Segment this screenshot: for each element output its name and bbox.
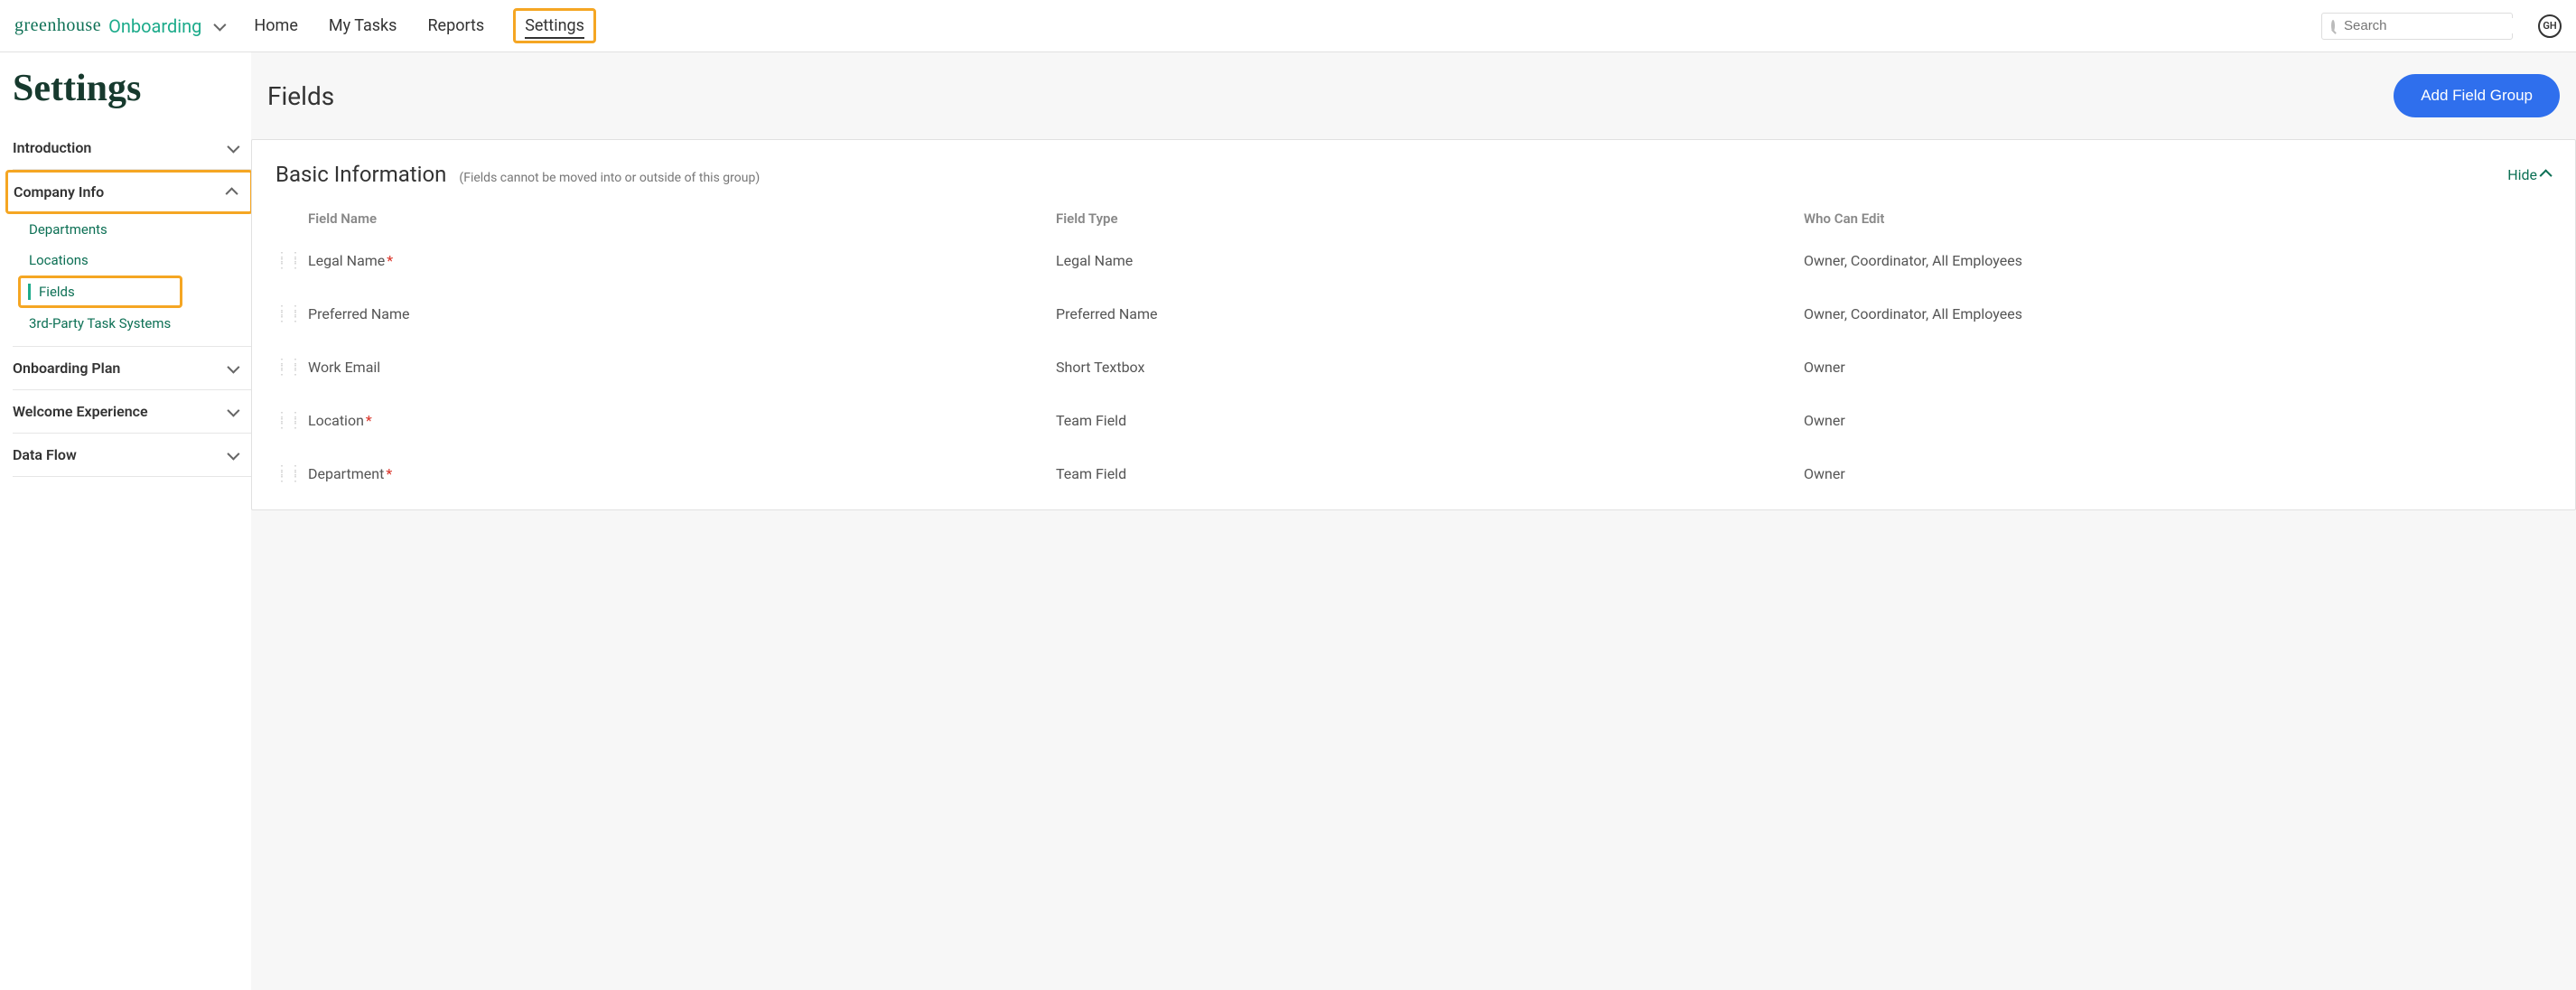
sidebar-header-company-info[interactable]: Company Info xyxy=(5,170,253,214)
sidebar-item-departments[interactable]: Departments xyxy=(13,214,251,245)
fields-header: Fields Add Field Group xyxy=(251,74,2576,139)
sidebar-header-data-flow[interactable]: Data Flow xyxy=(13,434,251,476)
drag-handle-icon[interactable]: ⋮⋮⋮⋮ xyxy=(275,361,286,374)
table-row[interactable]: ⋮⋮⋮⋮ Work Email Short Textbox Owner xyxy=(275,341,2552,394)
chevron-down-icon xyxy=(227,140,239,153)
chevron-down-icon xyxy=(227,404,239,416)
topbar: greenhouse Onboarding Home My Tasks Repo… xyxy=(0,0,2576,52)
group-header: Basic Information (Fields cannot be move… xyxy=(275,162,2552,187)
cell-who-can-edit: Owner, Coordinator, All Employees xyxy=(1804,252,2552,269)
cell-field-type: Legal Name xyxy=(1056,252,1804,269)
avatar[interactable]: GH xyxy=(2538,14,2562,38)
sidebar-section-introduction: Introduction xyxy=(13,126,251,170)
chevron-down-icon[interactable] xyxy=(214,18,227,31)
sidebar-item-fields[interactable]: Fields xyxy=(18,276,182,308)
search-field[interactable] xyxy=(2344,18,2524,33)
sidebar-item-3rd-party[interactable]: 3rd-Party Task Systems xyxy=(13,308,251,346)
nav-reports[interactable]: Reports xyxy=(425,13,486,39)
table-row[interactable]: ⋮⋮⋮⋮ Department* Team Field Owner xyxy=(275,447,2552,500)
cell-field-type: Short Textbox xyxy=(1056,359,1804,376)
required-star-icon: * xyxy=(366,412,372,429)
sidebar-label-welcome-experience: Welcome Experience xyxy=(13,403,148,420)
cell-who-can-edit: Owner xyxy=(1804,359,2552,376)
nav-settings-label: Settings xyxy=(525,16,584,39)
nav-settings[interactable]: Settings xyxy=(513,8,596,43)
chevron-up-icon xyxy=(2540,169,2553,182)
sidebar-section-data-flow: Data Flow xyxy=(13,434,251,477)
sidebar-section-onboarding-plan: Onboarding Plan xyxy=(13,346,251,390)
drag-handle-icon[interactable]: ⋮⋮⋮⋮ xyxy=(275,308,286,321)
table-row[interactable]: ⋮⋮⋮⋮ Preferred Name Preferred Name Owner… xyxy=(275,287,2552,341)
sidebar-label-company-info: Company Info xyxy=(14,183,104,201)
sidebar-header-welcome-experience[interactable]: Welcome Experience xyxy=(13,390,251,433)
logo-product: Onboarding xyxy=(108,15,201,37)
cell-field-type: Preferred Name xyxy=(1056,305,1804,322)
sidebar-label-introduction: Introduction xyxy=(13,139,91,156)
col-who-can-edit: Who Can Edit xyxy=(1804,210,2552,227)
sidebar-item-fields-label: Fields xyxy=(39,284,75,300)
sidebar-section-welcome-experience: Welcome Experience xyxy=(13,390,251,434)
main-panel: Fields Add Field Group Basic Information… xyxy=(251,52,2576,990)
required-star-icon: * xyxy=(387,252,393,269)
cell-who-can-edit: Owner xyxy=(1804,412,2552,429)
active-indicator xyxy=(28,284,31,300)
table-header: Field Name Field Type Who Can Edit xyxy=(275,203,2552,234)
col-field-name: Field Name xyxy=(308,210,1056,227)
cell-field-name: Work Email xyxy=(308,359,1056,376)
cell-field-name: Location* xyxy=(308,412,1056,429)
sidebar-item-locations[interactable]: Locations xyxy=(13,245,251,276)
col-field-type: Field Type xyxy=(1056,210,1804,227)
group-note: (Fields cannot be moved into or outside … xyxy=(459,171,760,185)
group-title: Basic Information xyxy=(275,162,446,187)
table-row[interactable]: ⋮⋮⋮⋮ Legal Name* Legal Name Owner, Coord… xyxy=(275,234,2552,287)
cell-who-can-edit: Owner xyxy=(1804,465,2552,482)
avatar-initials: GH xyxy=(2543,20,2556,32)
chevron-down-icon xyxy=(227,447,239,460)
cell-field-type: Team Field xyxy=(1056,412,1804,429)
page-body: Settings Introduction Company Info Depar… xyxy=(0,52,2576,990)
add-field-group-button[interactable]: Add Field Group xyxy=(2394,74,2560,117)
cell-field-type: Team Field xyxy=(1056,465,1804,482)
chevron-up-icon xyxy=(226,187,238,200)
logo-brand: greenhouse xyxy=(14,15,101,36)
drag-handle-icon[interactable]: ⋮⋮⋮⋮ xyxy=(275,468,286,481)
sidebar-header-onboarding-plan[interactable]: Onboarding Plan xyxy=(13,347,251,389)
fields-table: Field Name Field Type Who Can Edit ⋮⋮⋮⋮ … xyxy=(275,203,2552,500)
sidebar: Settings Introduction Company Info Depar… xyxy=(0,52,251,990)
drag-handle-icon[interactable]: ⋮⋮⋮⋮ xyxy=(275,255,286,267)
sidebar-section-company-info: Company Info Departments Locations Field… xyxy=(13,170,251,346)
top-nav: Home My Tasks Reports Settings xyxy=(252,8,596,43)
cell-field-name: Legal Name* xyxy=(308,252,1056,269)
hide-toggle[interactable]: Hide xyxy=(2507,166,2552,183)
cell-field-name: Preferred Name xyxy=(308,305,1056,322)
nav-home[interactable]: Home xyxy=(252,13,299,39)
cell-field-name: Department* xyxy=(308,465,1056,482)
field-group-basic-information: Basic Information (Fields cannot be move… xyxy=(251,139,2576,510)
sidebar-label-data-flow: Data Flow xyxy=(13,446,77,463)
sidebar-label-onboarding-plan: Onboarding Plan xyxy=(13,360,120,377)
hide-toggle-label: Hide xyxy=(2507,166,2537,183)
required-star-icon: * xyxy=(386,465,392,482)
chevron-down-icon xyxy=(227,360,239,373)
search-icon xyxy=(2331,20,2335,32)
table-row[interactable]: ⋮⋮⋮⋮ Location* Team Field Owner xyxy=(275,394,2552,447)
page-title: Settings xyxy=(13,67,251,110)
drag-handle-icon[interactable]: ⋮⋮⋮⋮ xyxy=(275,415,286,427)
nav-my-tasks[interactable]: My Tasks xyxy=(327,13,399,39)
fields-title: Fields xyxy=(267,81,334,111)
logo[interactable]: greenhouse Onboarding xyxy=(14,15,223,37)
cell-who-can-edit: Owner, Coordinator, All Employees xyxy=(1804,305,2552,322)
sidebar-header-introduction[interactable]: Introduction xyxy=(13,126,251,169)
search-input[interactable] xyxy=(2321,13,2513,40)
